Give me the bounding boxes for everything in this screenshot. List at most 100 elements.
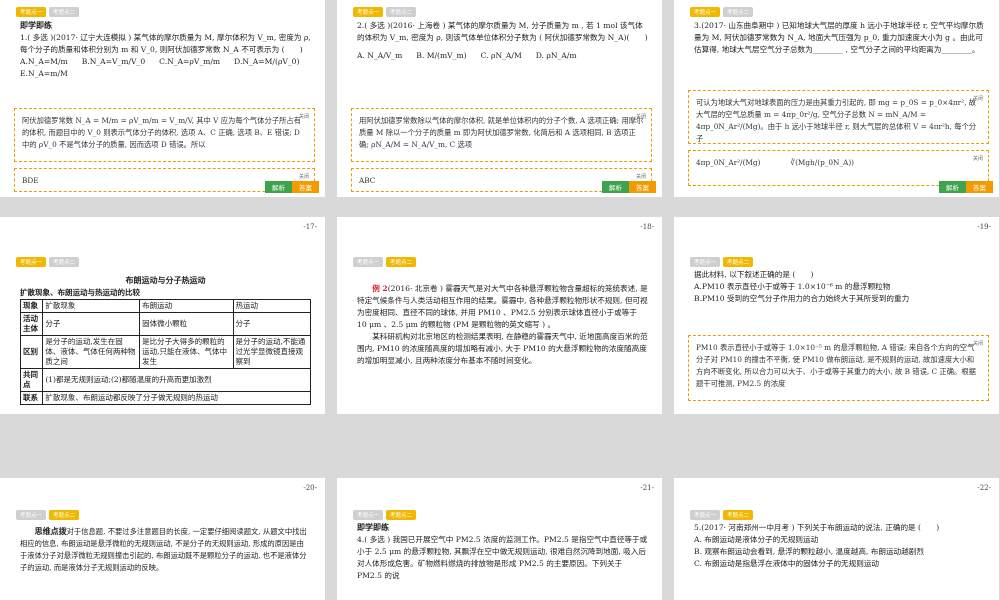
topic-tabs: 考题点一 考题点二 bbox=[690, 510, 754, 520]
table-header-cell: 现象 bbox=[19, 299, 44, 313]
tab-topic-2[interactable]: 考题点二 bbox=[386, 257, 417, 267]
tab-topic-2[interactable]: 考题点二 bbox=[49, 510, 80, 520]
analysis-button[interactable]: 解析 bbox=[265, 181, 292, 193]
action-buttons: 解析 答案 bbox=[602, 181, 656, 193]
question-text: 5.(2017· 河南郑州一中月考 ) 下列关于布朗运动的说法, 正确的是 ( … bbox=[694, 523, 940, 532]
page-number: -19- bbox=[977, 223, 991, 231]
tab-topic-2[interactable]: 考题点二 bbox=[723, 7, 754, 17]
table-caption: 扩散现象、布朗运动与热运动的比较 bbox=[20, 288, 140, 297]
option-b: B.PM10 受到的空气分子作用力的合力始终大于其所受到的重力 bbox=[694, 294, 910, 303]
option-c: C. ρN_A/M bbox=[480, 51, 522, 60]
topic-tabs: 考题点一 考题点二 bbox=[16, 510, 80, 520]
table-header-cell: 扩散现象 bbox=[42, 299, 141, 313]
analysis-box: 关闭 可认为地球大气对地球表面的压力是由其重力引起的, 即 mg = p_0S … bbox=[688, 90, 989, 144]
topic-tabs: 考题点一 考题点二 bbox=[690, 257, 754, 267]
table-row: 现象 扩散现象 布朗运动 热运动 bbox=[19, 299, 312, 313]
page-number: -18- bbox=[640, 223, 654, 231]
table-cell: 共同点 bbox=[19, 368, 44, 392]
question-text: 4.( 多选 ) 我国已开展空气中 PM2.5 浓度的监测工作。PM2.5 是指… bbox=[357, 535, 648, 580]
tip-label: 思维点拨 bbox=[34, 527, 67, 536]
table-header-cell: 布朗运动 bbox=[139, 299, 234, 313]
slide-page-21: -21- 考题点一 考题点二 即学即练 4.( 多选 ) 我国已开展空气中 PM… bbox=[337, 478, 662, 600]
option-c: C. 布朗运动是指悬浮在液体中的固体分子的无规则运动 bbox=[694, 559, 880, 568]
comparison-table: 现象 扩散现象 布朗运动 热运动 活动主体 分子 固体微小颗粒 分子 区别 是分… bbox=[19, 299, 312, 405]
answer-distance: ∛(Mgh/(p_0N_A)) bbox=[790, 158, 855, 167]
tab-topic-1[interactable]: 考题点一 bbox=[690, 510, 721, 520]
analysis-text: 阿伏加德罗常数 N_A = M/m = ρV_m/m = V_m/V, 其中 V… bbox=[22, 116, 302, 149]
slide-page-19: -19- 考题点一 考题点二 据此材料, 以下叙述正确的是 ( ) A.PM10… bbox=[674, 217, 999, 414]
analysis-box: 关闭 用阿伏加德罗常数除以气体的摩尔体积, 就是单位体积内的分子个数, A 选项… bbox=[351, 108, 652, 162]
analysis-button[interactable]: 解析 bbox=[939, 181, 966, 193]
option-b: B. 观察布朗运动会看到, 悬浮的颗粒越小, 温度越高, 布朗运动越剧烈 bbox=[694, 547, 924, 556]
option-a: A.N_A=M/m bbox=[20, 57, 68, 66]
slide-page-20: -20- 考题点一 考题点二 思维点拨对于信息题, 不要过多注意题目的长度, 一… bbox=[0, 478, 325, 600]
option-a: A. 布朗运动是液体分子的无规则运动 bbox=[694, 535, 819, 544]
tab-topic-1[interactable]: 考题点一 bbox=[690, 7, 721, 17]
table-cell: 活动主体 bbox=[19, 312, 44, 336]
page-title: 布朗运动与分子热运动 bbox=[125, 276, 206, 285]
tab-topic-2[interactable]: 考题点二 bbox=[49, 257, 80, 267]
close-button[interactable]: 关闭 bbox=[299, 111, 309, 123]
close-button[interactable]: 关闭 bbox=[973, 93, 983, 105]
table-cell: 扩散现象、布朗运动都反映了分子做无规则的热运动 bbox=[42, 391, 311, 405]
table-cell: 分子 bbox=[42, 312, 141, 336]
table-row: 共同点 (1)都是无规则运动;(2)都随温度的升高而更加激烈 bbox=[19, 368, 311, 392]
answer-total: 4πp_0N_Ar²/(Mg) bbox=[696, 158, 761, 167]
answer-button[interactable]: 答案 bbox=[629, 181, 656, 193]
table-cell: 分子 bbox=[232, 312, 312, 336]
option-e: E.N_A=m/M bbox=[20, 69, 68, 78]
example-paragraph: 例 2(2016· 北京卷 ) 雾霾天气是对大气中各种悬浮颗粒物含量超标的笼统表… bbox=[357, 283, 648, 331]
tab-topic-2[interactable]: 考题点二 bbox=[386, 510, 417, 520]
option-b: B. M/(mV_m) bbox=[416, 51, 467, 60]
tab-topic-2[interactable]: 考题点二 bbox=[49, 7, 80, 17]
slide-page-17: -17- 考题点一 考题点二 布朗运动与分子热运动 扩散现象、布朗运动与热运动的… bbox=[0, 217, 325, 414]
table-cell: 固体微小颗粒 bbox=[139, 312, 234, 336]
tab-topic-1[interactable]: 考题点一 bbox=[16, 257, 47, 267]
tab-topic-2[interactable]: 考题点二 bbox=[723, 257, 754, 267]
topic-tabs: 考题点一 考题点二 bbox=[353, 510, 417, 520]
example-paragraph-2: 某科研机构对北京地区的检测结果表明, 在静稳的雾霾天气中, 近地面高度百米的范围… bbox=[357, 332, 648, 365]
table-cell: 是分子的运动,不能通过光学显微镜直接观察到 bbox=[232, 335, 312, 369]
slide-q2: 考题点一 考题点二 2.( 多选 )(2016· 上海卷 ) 某气体的摩尔质量为… bbox=[337, 0, 662, 197]
topic-tabs: 考题点一 考题点二 bbox=[353, 257, 417, 267]
slide-q3: 考题点一 考题点二 3.(2017· 山东曲阜期中 ) 已知地球大气层的厚度 h… bbox=[674, 0, 999, 197]
option-list: A.N_A=M/m B.N_A=V_m/V_0 C.N_A=ρV_m/m D.N… bbox=[20, 56, 311, 80]
analysis-text: 可认为地球大气对地球表面的压力是由其重力引起的, 即 mg = p_0S = p… bbox=[696, 98, 977, 143]
table-cell: 联系 bbox=[19, 391, 44, 405]
analysis-box: 关闭 阿伏加德罗常数 N_A = M/m = ρV_m/m = V_m/V, 其… bbox=[14, 108, 315, 162]
answer-button[interactable]: 答案 bbox=[292, 181, 319, 193]
tab-topic-2[interactable]: 考题点二 bbox=[386, 7, 417, 17]
tab-topic-1[interactable]: 考题点一 bbox=[353, 510, 384, 520]
answer-text: ABC bbox=[359, 176, 376, 185]
example-text: (2016· 北京卷 ) 雾霾天气是对大气中各种悬浮颗粒物含量超标的笼统表述, … bbox=[357, 284, 648, 329]
tab-topic-1[interactable]: 考题点一 bbox=[16, 510, 47, 520]
table-row: 联系 扩散现象、布朗运动都反映了分子做无规则的热运动 bbox=[19, 391, 311, 405]
tip-paragraph: 思维点拨对于信息题, 不要过多注意题目的长度, 一定要仔细阅读题文, 从题文中找… bbox=[20, 526, 311, 574]
question-text: 据此材料, 以下叙述正确的是 ( ) bbox=[694, 270, 814, 279]
option-list: A. N_A/V_m B. M/(mV_m) C. ρN_A/M D. ρN_A… bbox=[357, 50, 648, 62]
table-row: 活动主体 分子 固体微小颗粒 分子 bbox=[19, 312, 312, 336]
topic-tabs: 考题点一 考题点二 bbox=[16, 7, 80, 17]
table-header-cell: 热运动 bbox=[232, 299, 312, 313]
table-cell: 是比分子大得多的颗粒的运动,只能在液体、气体中发生 bbox=[139, 335, 234, 369]
page-number: -21- bbox=[640, 484, 654, 492]
page-number: -22- bbox=[977, 484, 991, 492]
tab-topic-1[interactable]: 考题点一 bbox=[353, 257, 384, 267]
analysis-text: PM10 表示直径小于或等于 1.0×10⁻⁵ m 的悬浮颗粒物, A 错误; … bbox=[696, 343, 976, 388]
example-label: 例 2 bbox=[372, 284, 388, 293]
topic-tabs: 考题点一 考题点二 bbox=[690, 7, 754, 17]
option-a: A.PM10 表示直径小于或等于 1.0×10⁻⁶ m 的悬浮颗粒物 bbox=[694, 282, 891, 291]
tab-topic-1[interactable]: 考题点一 bbox=[353, 7, 384, 17]
tab-topic-1[interactable]: 考题点一 bbox=[690, 257, 721, 267]
tab-topic-2[interactable]: 考题点二 bbox=[723, 510, 754, 520]
close-button[interactable]: 关闭 bbox=[973, 153, 983, 165]
analysis-text: 用阿伏加德罗常数除以气体的摩尔体积, 就是单位体积内的分子个数, A 选项正确;… bbox=[359, 116, 644, 149]
answer-button[interactable]: 答案 bbox=[966, 181, 993, 193]
option-b: B.N_A=V_m/V_0 bbox=[81, 57, 146, 66]
question-text: 1.( 多选 )(2017· 辽宁大连模拟 ) 某气体的摩尔质量为 M, 摩尔体… bbox=[20, 33, 311, 54]
close-button[interactable]: 关闭 bbox=[636, 111, 646, 123]
close-button[interactable]: 关闭 bbox=[973, 338, 983, 350]
tab-topic-1[interactable]: 考题点一 bbox=[16, 7, 47, 17]
analysis-button[interactable]: 解析 bbox=[602, 181, 629, 193]
slide-q1: 考题点一 考题点二 即学即练 1.( 多选 )(2017· 辽宁大连模拟 ) 某… bbox=[0, 0, 325, 197]
